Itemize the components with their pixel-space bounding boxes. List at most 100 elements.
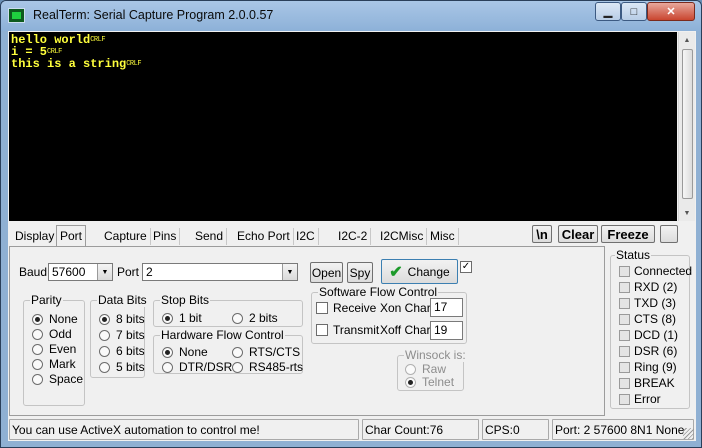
tab-send[interactable]: Send (192, 228, 228, 245)
data-bits-8-radio[interactable]: 8 bits (99, 312, 145, 326)
scrollbar-thumb[interactable] (682, 49, 693, 199)
radio-label: Telnet (422, 375, 455, 389)
data-bits-7-radio[interactable]: 7 bits (99, 328, 145, 342)
hw-flow-rts-cts-radio[interactable]: RTS/CTS (232, 345, 300, 359)
tab-i2cmisc[interactable]: I2CMisc (377, 228, 428, 245)
crlf-marker: CRLF (47, 48, 62, 56)
stop-bits-title: Stop Bits (160, 293, 211, 307)
winsock-telnet-radio[interactable]: Telnet (405, 375, 454, 389)
receive-checkbox[interactable] (316, 302, 328, 314)
data-bits-5-radio[interactable]: 5 bits (99, 360, 145, 374)
scroll-down-arrow-icon[interactable]: ▼ (679, 205, 695, 221)
status-led (619, 329, 630, 341)
transmit-label: Transmit (333, 323, 380, 337)
parity-none-radio[interactable]: None (32, 312, 78, 326)
xon-char-input[interactable]: 17 (430, 298, 463, 317)
clear-button[interactable]: Clear (558, 225, 598, 243)
port-select[interactable]: 2 ▼ (142, 263, 298, 281)
terminal-scrollbar[interactable]: ▲ ▼ (678, 32, 695, 221)
tab-echo-port[interactable]: Echo Port (234, 228, 294, 245)
parity-even-radio[interactable]: Even (32, 342, 76, 356)
software-flow-title: Software Flow Control (318, 285, 439, 299)
winsock-raw-radio[interactable]: Raw (405, 362, 446, 376)
chevron-down-icon[interactable]: ▼ (97, 264, 112, 280)
tab-display[interactable]: Display (12, 228, 59, 245)
radio-dot (32, 328, 43, 340)
title-bar[interactable]: RealTerm: Serial Capture Program 2.0.0.5… (1, 1, 701, 31)
xoff-label: Xoff Char: (380, 323, 434, 337)
stop-bits-1-radio[interactable]: 1 bit (162, 311, 202, 325)
winsock-group: Winsock is: Raw Telnet (397, 348, 467, 391)
terminal-line-text: this is a string (11, 57, 127, 71)
tab-pins[interactable]: Pins (150, 228, 181, 245)
spy-button[interactable]: Spy (347, 262, 373, 283)
xoff-char-input[interactable]: 19 (430, 321, 463, 340)
freeze-button[interactable]: Freeze (601, 225, 655, 243)
radio-label: 2 bits (249, 311, 278, 325)
port-value: 2 (146, 265, 153, 279)
tab-i2c-2[interactable]: I2C-2 (335, 228, 372, 245)
status-led (619, 313, 630, 325)
radio-dot (232, 346, 243, 358)
tab-strip: Display Port Capture Pins Send Echo Port… (8, 225, 508, 246)
hw-flow-rs485-radio[interactable]: RS485-rts (232, 360, 303, 374)
radio-label: 7 bits (116, 328, 145, 342)
checkmark-icon: ✔ (389, 263, 403, 281)
status-led (619, 393, 630, 405)
radio-label: Raw (422, 362, 447, 376)
hw-flow-dtr-dsr-radio[interactable]: DTR/DSR (162, 360, 232, 374)
status-led (619, 361, 630, 373)
resize-grip-icon[interactable] (683, 428, 694, 439)
data-bits-title: Data Bits (97, 293, 148, 307)
stop-bits-2-radio[interactable]: 2 bits (232, 311, 278, 325)
baud-select[interactable]: 57600 ▼ (48, 263, 113, 281)
parity-space-radio[interactable]: Space (32, 372, 83, 386)
status-dsr: DSR (6) (619, 344, 677, 358)
software-flow-group: Software Flow Control Receive Xon Char: … (311, 285, 467, 344)
port-label: Port (117, 265, 140, 279)
radio-dot (162, 361, 173, 373)
maximize-button[interactable]: □ (621, 2, 647, 21)
parity-mark-radio[interactable]: Mark (32, 357, 76, 371)
status-break: BREAK (619, 376, 675, 390)
crlf-marker: CRLF (90, 36, 106, 44)
extra-toggle-button[interactable] (660, 225, 678, 243)
hardware-flow-title: Hardware Flow Control (160, 328, 285, 342)
change-checkbox[interactable]: ✓ (460, 261, 472, 273)
change-button[interactable]: ✔ Change (381, 259, 458, 284)
data-bits-group: Data Bits 8 bits 7 bits 6 bits 5 bits (90, 293, 148, 378)
tab-misc[interactable]: Misc (427, 228, 459, 245)
radio-dot (32, 313, 43, 325)
minimize-button[interactable]: ▁ (595, 2, 621, 21)
app-icon (8, 8, 25, 23)
radio-label: None (179, 345, 208, 359)
status-rxd: RXD (2) (619, 280, 677, 294)
status-label: CTS (8) (634, 312, 676, 326)
status-led (619, 377, 630, 389)
parity-title: Parity (30, 293, 63, 307)
port-info: Port: 2 57600 8N1 None (552, 419, 694, 440)
tab-port[interactable]: Port (56, 225, 87, 246)
main-window: RealTerm: Serial Capture Program 2.0.0.5… (0, 0, 702, 448)
scroll-up-arrow-icon[interactable]: ▲ (679, 32, 695, 48)
close-button[interactable]: ✕ (647, 2, 695, 21)
radio-label: DTR/DSR (179, 360, 233, 374)
open-button[interactable]: Open (310, 262, 343, 283)
status-label: Connected (634, 264, 693, 278)
tab-i2c[interactable]: I2C (293, 228, 319, 245)
radio-dot (32, 343, 43, 355)
transmit-checkbox[interactable] (316, 324, 328, 336)
tab-capture[interactable]: Capture (101, 228, 151, 245)
hw-flow-none-radio[interactable]: None (162, 345, 208, 359)
newline-button[interactable]: \n (532, 225, 552, 243)
data-bits-6-radio[interactable]: 6 bits (99, 344, 145, 358)
terminal-output[interactable]: hello worldCRLF i = 5CRLF this is a stri… (9, 32, 677, 221)
char-count: Char Count:76 (362, 419, 479, 440)
port-panel: Baud 57600 ▼ Port 2 ▼ Open Spy ✔ Change … (9, 246, 605, 416)
status-ring: Ring (9) (619, 360, 677, 374)
chevron-down-icon[interactable]: ▼ (282, 264, 297, 280)
status-label: Error (634, 392, 661, 406)
radio-dot (32, 373, 43, 385)
radio-dot (99, 313, 110, 325)
parity-odd-radio[interactable]: Odd (32, 327, 72, 341)
